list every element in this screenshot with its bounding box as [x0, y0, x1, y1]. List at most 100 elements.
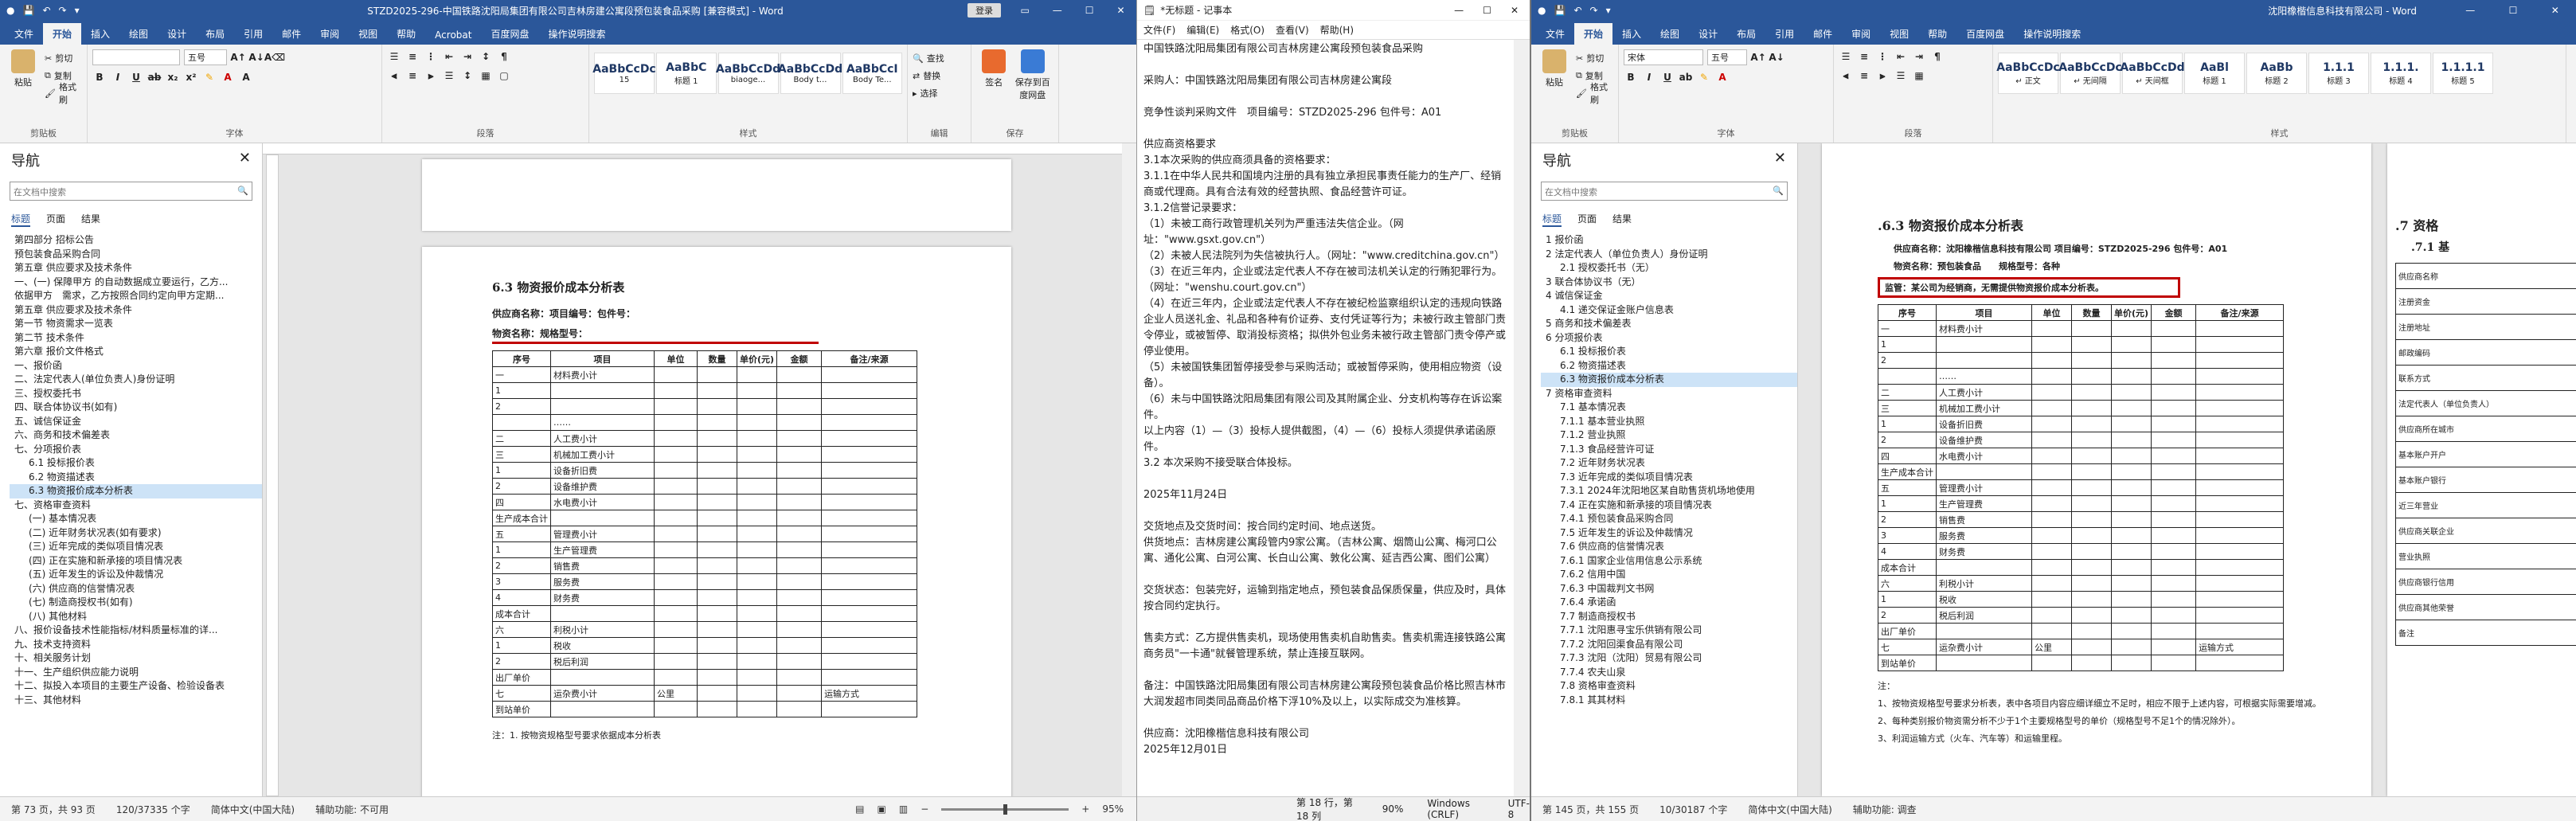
table-cell[interactable]: …… — [550, 414, 655, 431]
table-cell[interactable] — [776, 510, 823, 526]
table-cell[interactable] — [736, 398, 778, 415]
table-cell[interactable]: 财务费 — [1936, 543, 2032, 560]
table-cell[interactable]: 出厂单价 — [1878, 623, 1937, 639]
nav-item[interactable]: 6.2 物资描述表 — [1541, 359, 1797, 373]
table-cell[interactable] — [2195, 511, 2285, 528]
table-cell[interactable] — [2110, 432, 2152, 448]
table-cell[interactable] — [654, 526, 698, 542]
table-cell[interactable] — [2195, 479, 2285, 496]
nav-item[interactable]: 2.1 授权委托书（无） — [1541, 261, 1797, 276]
nav-item[interactable]: (五) 近年发生的诉讼及仲裁情况 — [10, 568, 262, 582]
table-cell[interactable]: 税收 — [1936, 591, 2032, 608]
table-cell[interactable] — [821, 510, 918, 526]
table-cell[interactable] — [2071, 416, 2112, 432]
table-cell[interactable]: 2 — [492, 478, 551, 495]
table-cell[interactable] — [776, 685, 823, 702]
ribbon-tab[interactable]: 帮助 — [387, 23, 425, 45]
table-cell[interactable] — [492, 414, 551, 431]
nav-item[interactable]: 第四部分 招标公告 — [10, 233, 262, 248]
table-cell[interactable] — [821, 494, 918, 510]
nav-item[interactable]: 7.8.1 其其材料 — [1541, 694, 1797, 708]
replace-button[interactable]: ⇄ 替换 — [913, 67, 966, 84]
font-color-icon[interactable]: A — [221, 70, 235, 84]
ribbon-tab[interactable]: 百度网盘 — [481, 23, 538, 45]
nav-item[interactable]: 7.7.3 沈阳（沈阳）贸易有限公司 — [1541, 651, 1797, 666]
autosave-icon[interactable]: ● — [6, 5, 14, 16]
nav-item[interactable]: 6.1 投标报价表 — [10, 456, 262, 471]
table-cell[interactable]: 二 — [1878, 384, 1937, 401]
table-cell[interactable]: 出厂单价 — [492, 669, 551, 686]
nav-tab[interactable]: 结果 — [1612, 212, 1632, 227]
align-center-icon[interactable]: ≡ — [1857, 68, 1871, 83]
style-item[interactable]: AaBl 标题 1 — [2184, 53, 2245, 94]
table-cell[interactable] — [776, 573, 823, 590]
nav-item[interactable]: 5 商务和技术偏差表 — [1541, 317, 1797, 331]
nav-item[interactable]: 七、分项报价表 — [10, 443, 262, 457]
table-cell[interactable] — [2151, 495, 2197, 512]
table-cell[interactable]: 设备折旧费 — [1936, 416, 2032, 432]
table-cell[interactable] — [821, 653, 918, 670]
style-item[interactable]: AaBbCcDc ↵ 无间隔 — [2058, 53, 2122, 94]
table-cell[interactable] — [776, 605, 823, 622]
table-cell[interactable] — [821, 573, 918, 590]
shrink-font-icon[interactable]: A↓ — [1769, 50, 1784, 65]
table-cell[interactable] — [2151, 368, 2197, 385]
nav-item[interactable]: 五、诚信保证金 — [10, 415, 262, 429]
nav-item[interactable]: 二、法定代表人(单位负责人)身份证明 — [10, 373, 262, 387]
ribbon-tab[interactable]: 绘图 — [1651, 23, 1689, 45]
table-cell[interactable]: 1 — [492, 382, 551, 399]
table-cell[interactable] — [654, 541, 698, 558]
table-cell[interactable] — [2031, 575, 2072, 592]
table-cell[interactable] — [776, 526, 823, 542]
table-cell[interactable] — [2031, 591, 2072, 608]
table-cell[interactable] — [654, 589, 698, 606]
table-cell[interactable]: 七 — [1878, 639, 1937, 655]
table-cell[interactable] — [2195, 527, 2285, 544]
table-cell[interactable]: 运杂费小计 — [1936, 639, 2032, 655]
table-cell[interactable] — [821, 589, 918, 606]
table-cell[interactable] — [2071, 495, 2112, 512]
table-cell[interactable] — [654, 430, 698, 447]
nav-item[interactable]: 7.7 制造商授权书 — [1541, 610, 1797, 624]
table-cell[interactable]: 1 — [1878, 495, 1937, 512]
decrease-indent-icon[interactable]: ⇤ — [442, 49, 456, 64]
ribbon-tab[interactable]: 审阅 — [1842, 23, 1880, 45]
table-cell[interactable] — [2110, 384, 2152, 401]
table-cell[interactable] — [736, 366, 778, 383]
sign-button[interactable]: 签名 — [976, 49, 1012, 101]
ribbon-display-icon[interactable]: ▭ — [1020, 5, 1029, 16]
borders-icon[interactable]: ▢ — [497, 68, 511, 83]
table-cell[interactable] — [2195, 559, 2285, 576]
table-cell[interactable]: 五 — [1878, 479, 1937, 496]
strike-button[interactable]: ab — [1679, 70, 1693, 84]
nav-item[interactable]: 3 联合体协议书（无） — [1541, 276, 1797, 290]
show-marks-icon[interactable]: ¶ — [1930, 49, 1945, 64]
select-button[interactable]: ▸ 选择 — [913, 84, 966, 102]
font-size-box[interactable]: 五号 — [184, 49, 227, 65]
nav-item[interactable]: 九、技术支持资料 — [10, 638, 262, 652]
table-cell[interactable] — [2031, 511, 2072, 528]
table-cell[interactable] — [2195, 655, 2285, 671]
nav-item[interactable]: 第二节 技术条件 — [10, 331, 262, 346]
table-cell[interactable] — [736, 462, 778, 479]
nav-item[interactable]: 7.3 近年完成的类似项目情况表 — [1541, 471, 1797, 485]
nav-item[interactable]: (六) 供应商的信誉情况表 — [10, 582, 262, 596]
superscript-button[interactable]: x² — [184, 70, 198, 84]
nav-item[interactable]: 7.6.3 中国裁判文书网 — [1541, 582, 1797, 596]
table-cell[interactable] — [550, 382, 655, 399]
table-cell[interactable]: 管理费小计 — [550, 526, 655, 542]
table-cell[interactable] — [697, 685, 737, 702]
show-marks-icon[interactable]: ¶ — [497, 49, 511, 64]
ribbon-tab[interactable]: 布局 — [1727, 23, 1765, 45]
table-cell[interactable] — [821, 462, 918, 479]
table-cell[interactable]: 三 — [1878, 400, 1937, 416]
nav-item[interactable]: (八) 其他材料 — [10, 610, 262, 624]
table-cell[interactable] — [2151, 639, 2197, 655]
table-cell[interactable] — [736, 589, 778, 606]
nav-tab[interactable]: 结果 — [81, 212, 100, 227]
table-cell[interactable] — [736, 478, 778, 495]
table-cell[interactable]: 1 — [1878, 336, 1937, 353]
table-cell[interactable] — [2071, 432, 2112, 448]
bullets-icon[interactable]: ☰ — [1839, 49, 1853, 64]
minimize-icon[interactable]: — — [2465, 5, 2475, 16]
